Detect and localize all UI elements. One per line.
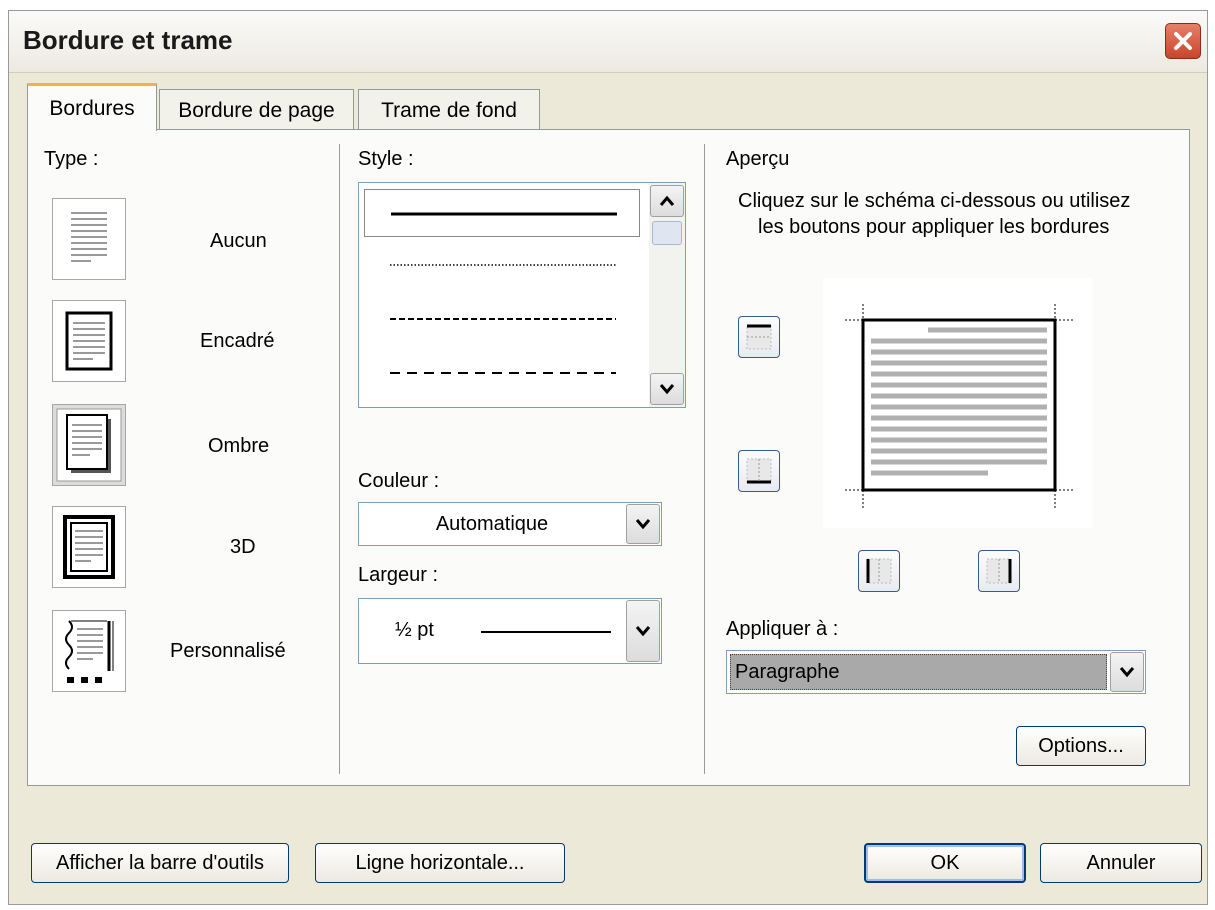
apply-to-dropdown[interactable]: Paragraphe (726, 650, 1146, 694)
type-label-shadow: Ombre (208, 435, 270, 457)
options-button[interactable]: Options... (1016, 726, 1146, 766)
dialog-window: Bordure et trame Bordures Bordure de pag… (8, 10, 1208, 905)
width-value: ½ pt (395, 619, 434, 641)
preview-instruction-line1: Cliquez sur le schéma ci-dessous ou util… (738, 190, 1131, 212)
chevron-down-icon (635, 519, 651, 530)
left-border-button[interactable] (858, 550, 900, 592)
width-dropdown-button[interactable] (626, 600, 660, 662)
preview-label: Aperçu (726, 148, 790, 170)
preview-diagram[interactable] (823, 278, 1093, 528)
preview-instruction-line2: les boutons pour appliquer les bordures (758, 216, 1110, 238)
close-button[interactable] (1165, 23, 1201, 59)
custom-border-icon (65, 620, 114, 683)
type-option-3d[interactable] (52, 506, 126, 588)
color-dropdown[interactable]: Automatique (358, 502, 662, 546)
type-option-custom[interactable] (52, 610, 126, 692)
tab-borders[interactable]: Bordures (27, 83, 157, 131)
ok-button[interactable]: OK (864, 843, 1026, 883)
scroll-thumb[interactable] (652, 221, 682, 245)
top-border-icon (746, 324, 772, 350)
width-label: Largeur : (358, 564, 439, 586)
preview-paragraph-diagram (845, 304, 1073, 508)
title-bar: Bordure et trame (9, 11, 1207, 73)
apply-to-dropdown-button[interactable] (1110, 652, 1144, 692)
type-label-box: Encadré (200, 330, 275, 352)
dialog-title: Bordure et trame (23, 25, 233, 55)
apply-to-value: Paragraphe (730, 654, 1107, 690)
type-label-3d: 3D (230, 536, 256, 558)
scroll-down-button[interactable] (650, 373, 684, 405)
style-option-long-dashed[interactable] (364, 351, 640, 395)
column-divider-left (339, 144, 340, 774)
bottom-border-button[interactable] (738, 450, 780, 492)
none-border-icon (71, 212, 107, 262)
show-toolbar-button[interactable]: Afficher la barre d'outils (31, 843, 289, 883)
apply-to-label: Appliquer à : (726, 618, 839, 640)
style-option-solid[interactable] (364, 189, 640, 237)
cancel-button[interactable]: Annuler (1040, 843, 1202, 883)
width-dropdown[interactable]: ½ pt (358, 598, 662, 664)
bottom-border-icon (746, 458, 772, 484)
chevron-up-icon (659, 195, 675, 206)
type-label-none: Aucun (210, 230, 267, 252)
width-line-sample (481, 631, 611, 633)
box-border-icon (65, 311, 113, 371)
tab-shading[interactable]: Trame de fond (358, 89, 540, 131)
style-label: Style : (358, 148, 414, 170)
dashed-line-sample (390, 318, 616, 320)
scroll-up-button[interactable] (650, 185, 684, 217)
solid-line-sample (391, 212, 617, 216)
close-icon (1174, 32, 1192, 50)
type-label-custom: Personnalisé (170, 640, 286, 662)
type-option-box[interactable] (52, 300, 126, 382)
color-dropdown-button[interactable] (626, 504, 660, 544)
tab-page-border[interactable]: Bordure de page (159, 89, 354, 131)
style-option-dashed[interactable] (364, 297, 640, 341)
chevron-down-icon (1119, 667, 1135, 678)
3d-border-icon (63, 515, 115, 579)
type-option-none[interactable] (52, 198, 126, 280)
horizontal-line-button[interactable]: Ligne horizontale... (315, 843, 565, 883)
right-border-icon (986, 558, 1012, 584)
style-option-dotted[interactable] (364, 243, 640, 287)
dotted-line-sample (390, 264, 616, 266)
long-dashed-line-sample (390, 372, 616, 374)
borders-panel: Type : Aucun Encadré Ombre 3D Personnali… (27, 129, 1190, 786)
style-scrollbar[interactable] (649, 183, 685, 407)
type-option-shadow[interactable] (52, 404, 126, 486)
chevron-down-icon (635, 626, 651, 637)
type-label: Type : (44, 148, 99, 170)
right-border-button[interactable] (978, 550, 1020, 592)
color-label: Couleur : (358, 470, 440, 492)
color-value: Automatique (435, 513, 549, 535)
style-listbox[interactable] (358, 182, 686, 408)
chevron-down-icon (659, 384, 675, 395)
top-border-button[interactable] (738, 316, 780, 358)
shadow-border-icon (56, 408, 122, 482)
left-border-icon (866, 558, 892, 584)
column-divider-right (704, 144, 705, 774)
